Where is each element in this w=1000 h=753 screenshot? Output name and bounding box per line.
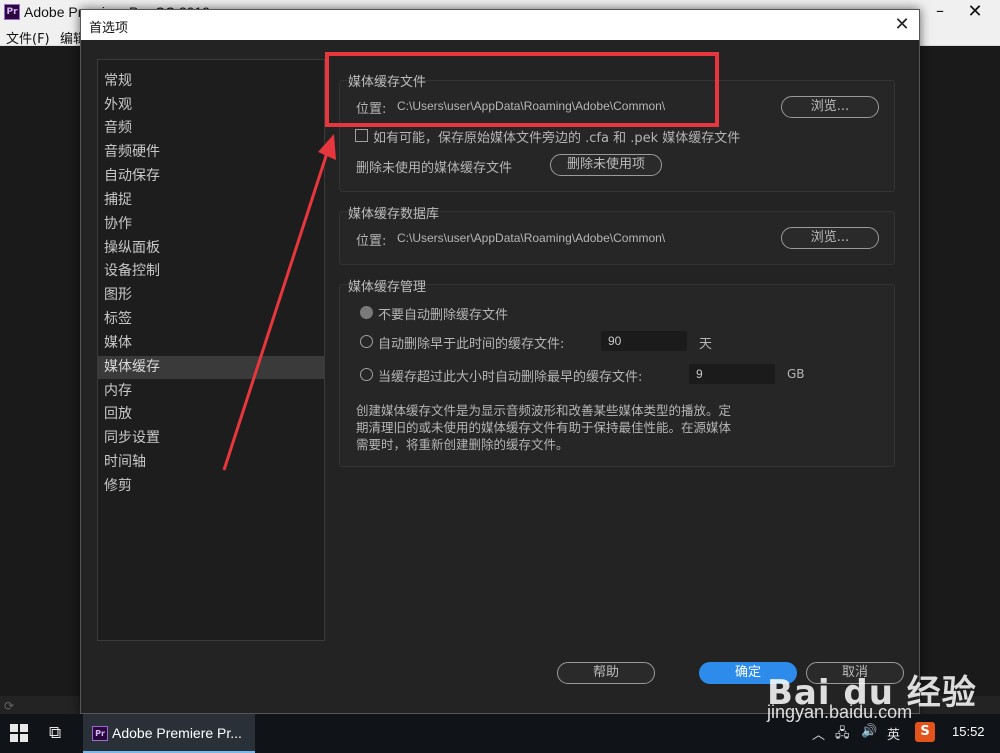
dialog-titlebar: 首选项 ✕ [81, 10, 919, 40]
sync-icon: ⟳ [4, 699, 15, 713]
dialog-title: 首选项 [89, 21, 129, 36]
media-cache-management-heading: 媒体缓存管理 [348, 280, 427, 295]
sidebar-item-control-surface[interactable]: 操纵面板 [98, 237, 324, 260]
cache-db-browse-button[interactable]: 浏览... [781, 227, 879, 249]
sidebar-item-memory[interactable]: 内存 [98, 380, 324, 403]
tray-network-icon[interactable]: 🖧 [835, 724, 850, 746]
sidebar-item-appearance[interactable]: 外观 [98, 94, 324, 117]
help-button[interactable]: 帮助 [557, 662, 655, 684]
delete-unused-button[interactable]: 删除未使用项 [550, 154, 662, 176]
taskbar-clock[interactable]: 15:52 [952, 724, 985, 739]
older-than-days-input[interactable]: 90 [601, 331, 687, 351]
cache-size-gb-input[interactable]: 9 [689, 364, 775, 384]
menu-file[interactable]: 文件(F) [6, 28, 50, 47]
baidu-watermark-url: jingyan.baidu.com [767, 702, 913, 722]
task-view-icon[interactable]: ⧉ [49, 723, 61, 743]
premiere-app-icon: Pr [4, 4, 20, 20]
radio-delete-over-size-label: 当缓存超过此大小时自动删除最早的缓存文件: [378, 370, 643, 385]
days-unit-label: 天 [699, 337, 713, 352]
sidebar-item-device-control[interactable]: 设备控制 [98, 260, 324, 283]
sidebar-item-collaboration[interactable]: 协作 [98, 213, 324, 236]
taskbar-premiere-icon: Pr [92, 726, 108, 741]
sidebar-item-audio-hardware[interactable]: 音频硬件 [98, 141, 324, 164]
preferences-dialog: 首选项 ✕ 常规 外观 音频 音频硬件 自动保存 捕捉 协作 操纵面板 设备控制… [80, 9, 920, 714]
sidebar-item-playback[interactable]: 回放 [98, 403, 324, 426]
gb-unit-label: GB [787, 367, 805, 381]
radio-dont-auto-delete-label: 不要自动删除缓存文件 [378, 308, 509, 323]
cache-files-browse-button[interactable]: 浏览... [781, 96, 879, 118]
sidebar-item-labels[interactable]: 标签 [98, 308, 324, 331]
taskbar-premiere-label: Adobe Premiere Pr... [112, 725, 242, 741]
dialog-close-button[interactable]: ✕ [889, 13, 915, 37]
tray-chevron-up-icon[interactable]: ︿ [812, 724, 825, 743]
sidebar-item-graphics[interactable]: 图形 [98, 284, 324, 307]
sidebar-item-general[interactable]: 常规 [98, 70, 324, 93]
sidebar-item-timeline[interactable]: 时间轴 [98, 451, 324, 474]
highlight-annotation-box [325, 52, 719, 127]
minimize-button[interactable]: – [925, 0, 955, 26]
radio-delete-older-than-label: 自动删除早于此时间的缓存文件: [378, 337, 565, 352]
sidebar-item-media[interactable]: 媒体 [98, 332, 324, 355]
sidebar-item-capture[interactable]: 捕捉 [98, 189, 324, 212]
radio-dont-auto-delete[interactable] [360, 306, 373, 319]
save-beside-originals-checkbox[interactable] [355, 129, 368, 142]
cache-db-location-path: C:\Users\user\AppData\Roaming\Adobe\Comm… [397, 231, 666, 245]
sidebar-item-auto-save[interactable]: 自动保存 [98, 165, 324, 188]
delete-unused-label: 删除未使用的媒体缓存文件 [356, 161, 513, 176]
sidebar-item-media-cache[interactable]: 媒体缓存 [98, 356, 324, 379]
radio-delete-older-than[interactable] [360, 335, 373, 348]
windows-start-icon[interactable] [10, 724, 28, 742]
cache-description-line3: 需要时，将重新创建删除的缓存文件。 [356, 437, 569, 452]
save-beside-originals-label: 如有可能，保存原始媒体文件旁边的 .cfa 和 .pek 媒体缓存文件 [373, 131, 741, 146]
media-cache-database-heading: 媒体缓存数据库 [348, 207, 440, 222]
preferences-category-list: 常规 外观 音频 音频硬件 自动保存 捕捉 协作 操纵面板 设备控制 图形 标签… [97, 59, 325, 641]
cache-db-location-label: 位置: [356, 234, 387, 249]
window-close-button[interactable]: ✕ [960, 0, 990, 26]
sidebar-item-sync-settings[interactable]: 同步设置 [98, 427, 324, 450]
sogou-ime-icon[interactable]: S [915, 722, 935, 742]
taskbar-premiere-button[interactable]: Pr Adobe Premiere Pr... [83, 714, 255, 753]
tray-volume-icon[interactable]: 🔊 [861, 724, 877, 739]
tray-ime-language[interactable]: 英 [887, 724, 900, 743]
sidebar-item-trim[interactable]: 修剪 [98, 475, 324, 498]
radio-delete-over-size[interactable] [360, 368, 373, 381]
sidebar-item-audio[interactable]: 音频 [98, 117, 324, 140]
